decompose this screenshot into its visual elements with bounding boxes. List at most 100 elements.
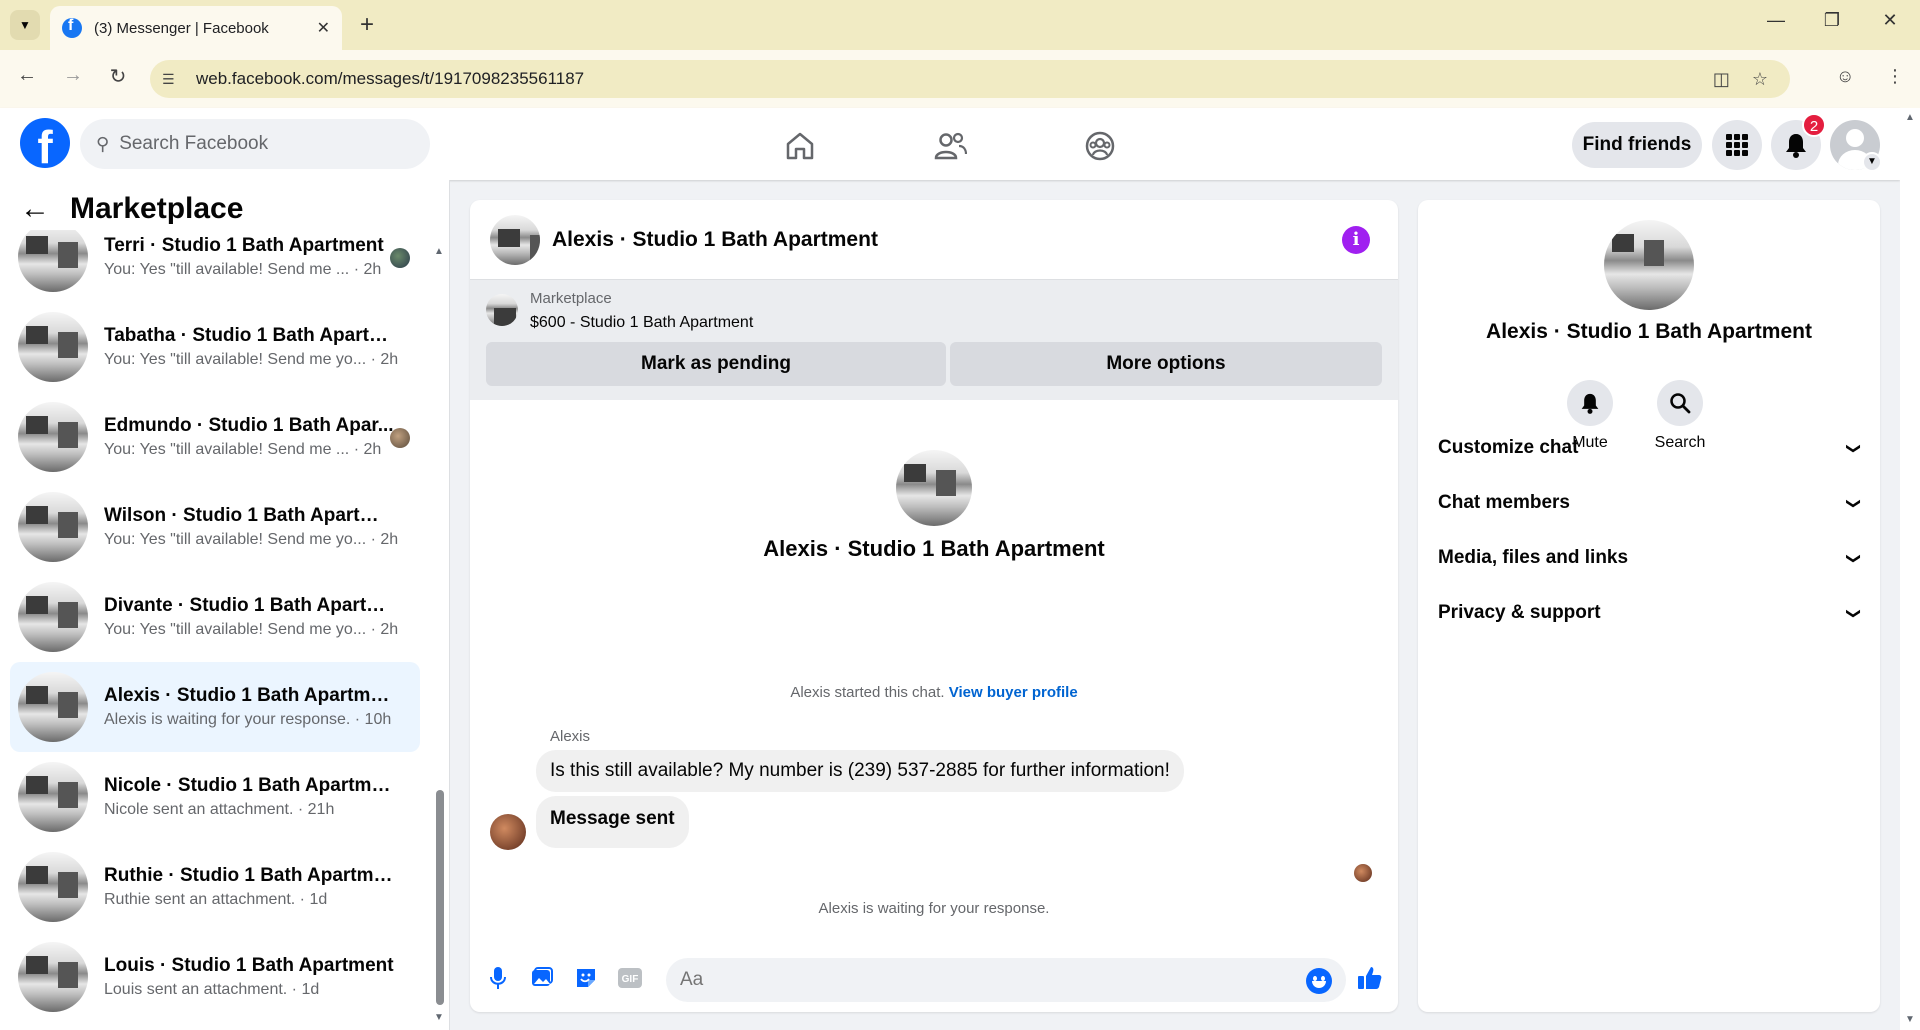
tab-search-dropdown[interactable]: ▼ (10, 10, 40, 40)
bell-icon (1786, 134, 1806, 158)
section-label: Privacy & support (1438, 602, 1601, 623)
chat-info-panel: Alexis · Studio 1 Bath Apartment Mute Se… (1418, 200, 1880, 1012)
window-close-icon[interactable]: ✕ (1870, 10, 1910, 31)
conversation-item[interactable]: Divante · Studio 1 Bath Apartment You: Y… (10, 572, 420, 662)
conversation-item[interactable]: Tabatha · Studio 1 Bath Apartment You: Y… (10, 302, 420, 392)
svg-text:GIF: GIF (622, 974, 639, 985)
scroll-up-arrow-icon[interactable]: ▲ (434, 246, 444, 257)
account-chevron-icon[interactable]: ▼ (1862, 152, 1882, 172)
conversation-item[interactable]: Terri · Studio 1 Bath Apartment You: Yes… (10, 230, 420, 302)
message-sender-name: Alexis (550, 728, 591, 745)
back-icon[interactable]: ← (12, 64, 42, 87)
contact-avatar-large[interactable] (896, 450, 972, 526)
conversation-snippet: Nicole sent an attachment. · 21h (104, 801, 335, 818)
minimize-icon[interactable]: — (1756, 10, 1796, 31)
message-bubble[interactable]: Is this still available? My number is (2… (536, 750, 1184, 792)
browser-tab-bar: ▼ (3) Messenger | Facebook ✕ + — ❐ ✕ (0, 0, 1920, 50)
more-options-button[interactable]: More options (950, 342, 1382, 386)
conversation-snippet: You: Yes "till available! Send me yo... … (104, 351, 399, 368)
bookmark-star-icon[interactable]: ☆ (1752, 69, 1768, 90)
sidebar-scrollbar[interactable] (436, 790, 444, 1005)
new-tab-button[interactable]: + (352, 10, 382, 40)
chevron-down-icon: ❯ (1846, 552, 1863, 564)
menu-grid-button[interactable] (1712, 120, 1762, 170)
marketplace-listing-box: Marketplace $600 - Studio 1 Bath Apartme… (470, 280, 1398, 400)
chat-members-row[interactable]: Chat members ❯ (1438, 481, 1863, 525)
conversation-name: Louis · Studio 1 Bath Apartment (104, 955, 394, 976)
info-icon[interactable]: i (1342, 226, 1370, 254)
section-label: Customize chat (1438, 437, 1579, 458)
chevron-down-icon: ❯ (1846, 442, 1863, 454)
listing-thumbnail (18, 312, 88, 382)
conversation-item[interactable]: Louis · Studio 1 Bath Apartment Louis se… (10, 932, 420, 1022)
profile-icon[interactable]: ☺ (1836, 66, 1854, 87)
address-bar[interactable]: ☰ web.facebook.com/messages/t/1917098235… (150, 60, 1790, 98)
sender-avatar[interactable] (490, 814, 526, 850)
message-bubble[interactable]: Message sent (536, 796, 689, 848)
conversation-name: Wilson · Studio 1 Bath Apartment (104, 505, 394, 526)
page-scroll-down-icon[interactable]: ▼ (1905, 1014, 1915, 1025)
close-tab-icon[interactable]: ✕ (317, 18, 330, 38)
site-info-icon[interactable]: ☰ (162, 71, 182, 88)
started-text: Alexis started this chat. (790, 684, 945, 701)
waiting-notice: Alexis is waiting for your response. (818, 900, 1050, 917)
bell-icon (1567, 380, 1613, 426)
conversation-item[interactable]: Nicole · Studio 1 Bath Apartment Nicole … (10, 752, 420, 842)
conversation-snippet: You: Yes "till available! Send me ... · … (104, 261, 382, 278)
grid-icon (1726, 134, 1748, 156)
page-scroll-up-icon[interactable]: ▲ (1905, 112, 1915, 123)
listing-thumbnail[interactable] (486, 294, 518, 326)
view-buyer-profile-link[interactable]: View buyer profile (949, 684, 1078, 701)
page-scrollbar[interactable]: ▲ ▼ (1900, 108, 1920, 1030)
chat-title[interactable]: Alexis · Studio 1 Bath Apartment (552, 228, 878, 252)
customize-chat-row[interactable]: Customize chat ❯ (1438, 426, 1863, 470)
mark-as-pending-button[interactable]: Mark as pending (486, 342, 946, 386)
forward-icon[interactable]: → (58, 64, 88, 87)
conversation-item[interactable]: Wilson · Studio 1 Bath Apartment You: Ye… (10, 482, 420, 572)
back-arrow-icon[interactable]: ← (20, 192, 50, 226)
facebook-search-input[interactable]: ⚲ Search Facebook (80, 119, 430, 169)
privacy-support-row[interactable]: Privacy & support ❯ (1438, 591, 1863, 635)
chat-header: Alexis · Studio 1 Bath Apartment i (470, 200, 1398, 280)
conversation-item[interactable]: Edmundo · Studio 1 Bath Apar... You: Yes… (10, 392, 420, 482)
gif-icon[interactable]: GIF (616, 964, 644, 992)
facebook-logo-icon[interactable]: f (20, 118, 70, 168)
microphone-icon[interactable] (484, 964, 512, 992)
conversation-name: Alexis · Studio 1 Bath Apartment (104, 685, 394, 706)
conversation-snippet: Ruthie sent an attachment. · 1d (104, 891, 328, 908)
thumbs-up-icon[interactable] (1356, 964, 1384, 992)
media-files-links-row[interactable]: Media, files and links ❯ (1438, 536, 1863, 580)
read-receipt-avatar (390, 248, 410, 268)
find-friends-button[interactable]: Find friends (1572, 122, 1702, 168)
tab-title: (3) Messenger | Facebook (94, 19, 269, 37)
search-placeholder: Search Facebook (119, 133, 269, 154)
conversation-item-active[interactable]: Alexis · Studio 1 Bath Apartment Alexis … (10, 662, 420, 752)
listing-thumbnail (18, 942, 88, 1012)
conversation-name: Ruthie · Studio 1 Bath Apartment (104, 865, 394, 886)
friends-icon[interactable] (930, 126, 970, 166)
chat-avatar[interactable] (490, 214, 540, 265)
scroll-down-arrow-icon[interactable]: ▼ (434, 1012, 444, 1023)
restore-icon[interactable]: ❐ (1812, 10, 1852, 31)
menu-dots-icon[interactable]: ⋮ (1886, 66, 1904, 87)
conversation-name: Tabatha · Studio 1 Bath Apartment (104, 325, 394, 346)
marketplace-label: Marketplace (530, 290, 612, 307)
listing-thumbnail (18, 492, 88, 562)
conversation-item[interactable]: Ruthie · Studio 1 Bath Apartment Ruthie … (10, 842, 420, 932)
conversation-snippet: You: Yes "till available! Send me yo... … (104, 621, 399, 638)
listing-title[interactable]: $600 - Studio 1 Bath Apartment (530, 314, 753, 332)
facebook-favicon-icon (62, 17, 82, 38)
conversation-name: Terri · Studio 1 Bath Apartment (104, 235, 384, 256)
listing-thumbnail (18, 230, 88, 292)
photo-icon[interactable] (528, 964, 556, 992)
browser-tab[interactable]: (3) Messenger | Facebook ✕ (50, 6, 342, 50)
home-icon[interactable] (780, 126, 820, 166)
reload-icon[interactable]: ↻ (103, 64, 133, 89)
info-avatar[interactable] (1604, 220, 1694, 310)
groups-icon[interactable] (1080, 126, 1120, 166)
message-input[interactable] (666, 958, 1346, 1002)
chevron-down-icon: ❯ (1846, 607, 1863, 619)
install-app-icon[interactable]: ◫ (1713, 69, 1730, 90)
emoji-icon[interactable] (1306, 968, 1332, 994)
sticker-icon[interactable] (572, 964, 600, 992)
